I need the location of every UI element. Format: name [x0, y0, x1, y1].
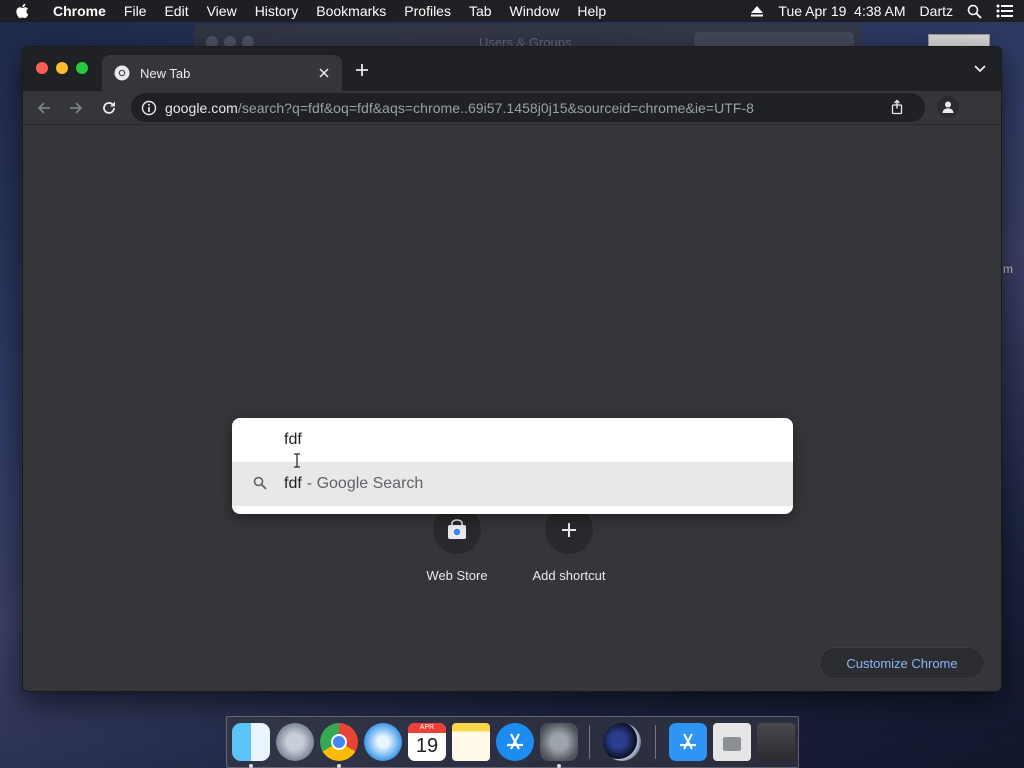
chrome-web-store-icon [448, 519, 466, 539]
site-info-icon[interactable] [141, 100, 157, 116]
url-host: google.com [165, 99, 238, 116]
address-url[interactable]: google.com/search?q=fdf&oq=fdf&aqs=chrom… [165, 100, 754, 116]
zoom-window-button[interactable] [76, 62, 88, 74]
menu-bookmarks[interactable]: Bookmarks [307, 0, 395, 22]
eject-icon[interactable] [750, 5, 764, 17]
calendar-icon[interactable]: APR 19 [408, 723, 446, 761]
chrome-center [331, 734, 347, 750]
calendar-day: 19 [415, 735, 439, 757]
chrome-window: New Tab google.com/search?q=fdf&oq=fdf&a… [22, 46, 1002, 692]
trash-icon[interactable] [757, 723, 795, 761]
url-path: /search?q=fdf&oq=fdf&aqs=chrome..69i57.1… [237, 99, 755, 116]
reload-icon[interactable] [100, 99, 118, 117]
app-store-icon[interactable] [496, 723, 534, 761]
spotlight-search-icon[interactable] [967, 4, 982, 19]
dock-separator [655, 725, 656, 759]
search-dropdown: fdf - Google Search [232, 418, 793, 514]
tab-strip: New Tab [23, 47, 1001, 91]
menu-profiles[interactable]: Profiles [395, 0, 460, 22]
minimize-window-button[interactable] [56, 62, 68, 74]
running-indicator [249, 764, 253, 768]
menu-view[interactable]: View [198, 0, 246, 22]
menu-window[interactable]: Window [501, 0, 569, 22]
background-edge-text: m [1003, 262, 1013, 276]
shortcut-label: Add shortcut [532, 568, 606, 583]
customize-chrome-button[interactable]: Customize Chrome [819, 647, 985, 679]
suggestion-row[interactable]: fdf - Google Search [232, 462, 793, 506]
dock-separator [589, 725, 590, 759]
running-indicator [557, 764, 561, 768]
menu-history[interactable]: History [246, 0, 308, 22]
system-preferences-icon[interactable] [540, 723, 578, 761]
cinema-4d-icon[interactable] [603, 723, 641, 761]
back-arrow-icon[interactable] [35, 99, 53, 117]
suggestion-query: fdf [284, 475, 302, 492]
menu-edit[interactable]: Edit [155, 0, 197, 22]
search-icon [253, 476, 269, 492]
download-file-shape [723, 737, 741, 751]
search-query-row[interactable] [232, 418, 793, 462]
share-icon[interactable] [889, 99, 905, 115]
downloads-stack-icon[interactable] [713, 723, 751, 761]
new-tab-page: Web Store Add shortcut Customize Chrome [23, 126, 1001, 691]
finder-icon[interactable] [232, 723, 270, 761]
safari-icon[interactable] [364, 723, 402, 761]
launchpad-icon[interactable] [276, 723, 314, 761]
forward-arrow-icon[interactable] [67, 99, 85, 117]
menubar-user[interactable]: Dartz [920, 3, 953, 19]
dock: APR 19 [226, 716, 799, 768]
address-bar[interactable]: google.com/search?q=fdf&oq=fdf&aqs=chrom… [131, 93, 925, 122]
menu-help[interactable]: Help [568, 0, 615, 22]
applications-folder-icon[interactable] [669, 723, 707, 761]
apple-menu-icon[interactable] [0, 3, 44, 19]
new-tab-plus-icon[interactable] [354, 62, 370, 78]
close-tab-icon[interactable] [316, 65, 332, 81]
search-input[interactable] [284, 431, 684, 449]
google-chrome-icon[interactable] [320, 723, 358, 761]
notes-icon[interactable] [452, 723, 490, 761]
tab-new-tab[interactable]: New Tab [102, 55, 342, 91]
menu-app-name[interactable]: Chrome [44, 0, 115, 22]
text-cursor-icon [293, 453, 301, 468]
shortcut-label: Web Store [426, 568, 488, 583]
profile-avatar-icon[interactable] [937, 96, 959, 118]
menu-tab[interactable]: Tab [460, 0, 501, 22]
calendar-month: APR [408, 723, 446, 733]
menu-file[interactable]: File [115, 0, 156, 22]
chrome-favicon-icon [114, 65, 130, 81]
shortcut-add[interactable]: Add shortcut [519, 506, 619, 583]
shortcut-web-store[interactable]: Web Store [407, 506, 507, 583]
tab-title: New Tab [140, 65, 191, 81]
notification-center-icon[interactable] [996, 4, 1014, 18]
menu-bar: Chrome File Edit View History Bookmarks … [0, 0, 1024, 22]
close-window-button[interactable] [36, 62, 48, 74]
toolbar: google.com/search?q=fdf&oq=fdf&aqs=chrom… [23, 91, 1001, 125]
menubar-clock[interactable]: Tue Apr 19 4:38 AM [778, 3, 905, 19]
suggestion-description: - Google Search [306, 475, 424, 492]
window-controls [36, 62, 88, 74]
tab-search-chevron-down-icon[interactable] [973, 64, 987, 76]
running-indicator [337, 764, 341, 768]
plus-icon [562, 523, 576, 537]
